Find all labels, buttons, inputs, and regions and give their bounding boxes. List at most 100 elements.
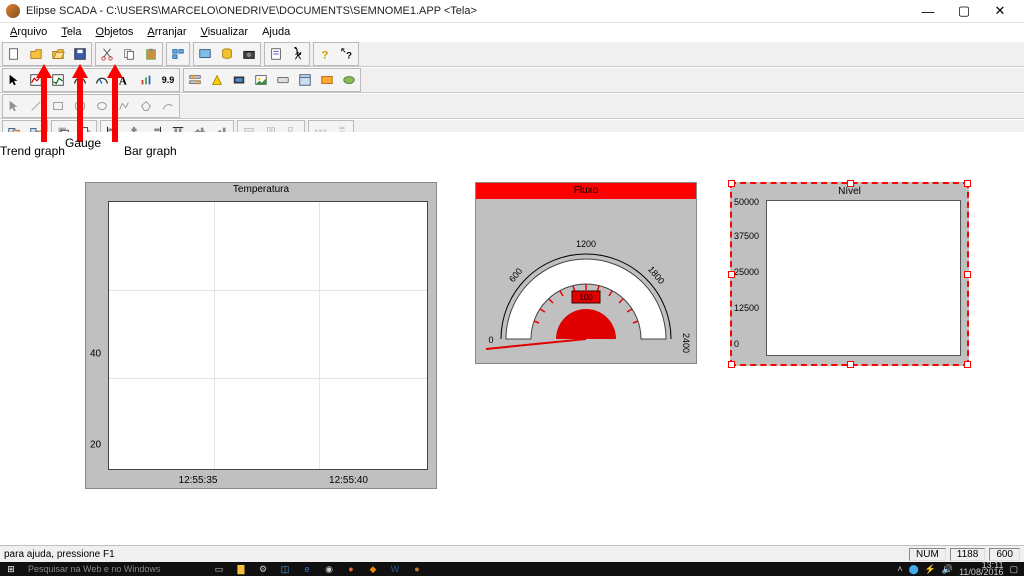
cut-button[interactable]	[96, 43, 118, 65]
status-help: para ajuda, pressione F1	[4, 549, 115, 560]
explorer-icon[interactable]: ▇	[230, 562, 252, 576]
app-icon-2[interactable]: ◆	[362, 562, 384, 576]
close-button[interactable]: ✕	[982, 1, 1018, 21]
alarm-tool[interactable]	[206, 69, 228, 91]
tray-clock[interactable]: 13:11 11/08/2016	[959, 562, 1003, 576]
trend-title: Temperatura	[86, 183, 436, 196]
tray-up-icon[interactable]: ˄	[897, 564, 902, 574]
tray: ˄ ⬤ ⚡ 🔊 13:11 11/08/2016 ▢	[897, 562, 1024, 576]
trend-y-20: 20	[90, 440, 101, 451]
help-button[interactable]: ?	[314, 43, 336, 65]
sel-handle[interactable]	[728, 271, 735, 278]
tray-notifications-icon[interactable]: ▢	[1009, 564, 1018, 575]
sel-handle[interactable]	[728, 361, 735, 368]
bargraph-panel[interactable]: Nível 50000 37500 25000 12500 0	[730, 182, 969, 366]
copy-button[interactable]	[118, 43, 140, 65]
sel-handle[interactable]	[847, 180, 854, 187]
tool-camera[interactable]	[238, 43, 260, 65]
app-icon-1[interactable]: ●	[340, 562, 362, 576]
sel-handle[interactable]	[964, 180, 971, 187]
window-title: Elipse SCADA - C:\USERS\MARCELO\ONEDRIVE…	[26, 5, 910, 17]
menu-arquivo[interactable]: Arquivo	[4, 24, 53, 40]
menu-ajuda[interactable]: Ajuda	[256, 24, 296, 40]
chrome-icon[interactable]: ◉	[318, 562, 340, 576]
maximize-button[interactable]: ▢	[946, 1, 982, 21]
run-button[interactable]	[287, 43, 309, 65]
minimize-button[interactable]: —	[910, 1, 946, 21]
titlebar: Elipse SCADA - C:\USERS\MARCELO\ONEDRIVE…	[0, 0, 1024, 23]
gauge-svg: 0 600 1200 1800 2400 100	[476, 199, 696, 364]
taskbar: ⊞ Pesquisar na Web e no Windows ▭ ▇ ⚙ ◫ …	[0, 562, 1024, 576]
trend-plot	[108, 201, 428, 470]
edge-icon[interactable]: e	[296, 562, 318, 576]
sel-handle[interactable]	[964, 361, 971, 368]
demo-tool[interactable]	[338, 69, 360, 91]
tray-icon[interactable]: ⬤	[909, 564, 919, 575]
svg-text:1200: 1200	[576, 239, 596, 249]
gauge-panel[interactable]: Fluxo 0 600 1200 1800 2400	[475, 182, 697, 364]
bar-y-50000: 50000	[734, 197, 759, 207]
annot-trend: Trend graph	[0, 144, 65, 158]
arc-tool[interactable]	[157, 95, 179, 117]
design-canvas[interactable]: Trend graph Gauge Bar graph Temperatura …	[0, 132, 1024, 546]
menu-visualizar[interactable]: Visualizar	[195, 24, 255, 40]
tray-volume-icon[interactable]: 🔊	[942, 564, 953, 575]
open2-button[interactable]	[47, 43, 69, 65]
arrow-gauge	[70, 64, 90, 144]
toolbar-row-2: A 9.9	[0, 67, 1024, 93]
bargraph-plot	[766, 200, 961, 356]
bargraph-tool[interactable]	[135, 69, 157, 91]
save-button[interactable]	[69, 43, 91, 65]
menu-arranjar[interactable]: Arranjar	[141, 24, 192, 40]
tool-db[interactable]	[216, 43, 238, 65]
svg-text:2400: 2400	[681, 333, 691, 353]
contexthelp-button[interactable]: ?	[336, 43, 358, 65]
bitmap-tool[interactable]	[250, 69, 272, 91]
polygon-tool[interactable]	[135, 95, 157, 117]
app-icon	[6, 4, 20, 18]
sel-handle[interactable]	[728, 180, 735, 187]
sel-handle[interactable]	[964, 271, 971, 278]
animation-tool[interactable]	[316, 69, 338, 91]
form-tool[interactable]	[294, 69, 316, 91]
new-button[interactable]	[3, 43, 25, 65]
store-icon[interactable]: ◫	[274, 562, 296, 576]
tool-sheet[interactable]	[265, 43, 287, 65]
toolbar-row-3	[0, 93, 1024, 119]
tool-screens[interactable]	[194, 43, 216, 65]
settings-icon[interactable]: ⚙	[252, 562, 274, 576]
pointer2-tool[interactable]	[3, 95, 25, 117]
tray-network-icon[interactable]: ⚡	[925, 564, 936, 575]
status-coord-y: 600	[989, 548, 1020, 561]
video-tool[interactable]	[228, 69, 250, 91]
paste-button[interactable]	[140, 43, 162, 65]
taskbar-search[interactable]: Pesquisar na Web e no Windows	[22, 564, 208, 574]
scada-task-icon[interactable]: ●	[406, 562, 428, 576]
svg-text:100: 100	[579, 293, 593, 302]
bar-y-37500: 37500	[734, 231, 759, 241]
trend-x-2: 12:55:40	[329, 475, 368, 486]
bar-y-0: 0	[734, 339, 739, 349]
start-button[interactable]: ⊞	[0, 562, 22, 576]
trend-panel[interactable]: Temperatura 40 20 12:55:35 12:55:40	[85, 182, 437, 489]
word-icon[interactable]: W	[384, 562, 406, 576]
svg-text:0: 0	[488, 335, 493, 345]
slider-tool[interactable]	[184, 69, 206, 91]
display-tool[interactable]: 9.9	[157, 69, 179, 91]
taskview-icon[interactable]: ▭	[208, 562, 230, 576]
menu-tela[interactable]: Tela	[55, 24, 87, 40]
trend-x-1: 12:55:35	[179, 475, 218, 486]
toolbar-row-1: ? ?	[0, 41, 1024, 67]
menu-objetos[interactable]: Objetos	[90, 24, 140, 40]
open-button[interactable]	[25, 43, 47, 65]
button-tool[interactable]	[272, 69, 294, 91]
annot-gauge: Gauge	[65, 136, 101, 150]
organizer-button[interactable]	[167, 43, 189, 65]
sel-handle[interactable]	[847, 361, 854, 368]
arrow-trend	[34, 64, 54, 144]
pointer-tool[interactable]	[3, 69, 25, 91]
status-num: NUM	[909, 548, 946, 561]
gauge-title: Fluxo	[476, 183, 696, 199]
svg-text:?: ?	[322, 49, 329, 61]
trend-y-40: 40	[90, 348, 101, 359]
